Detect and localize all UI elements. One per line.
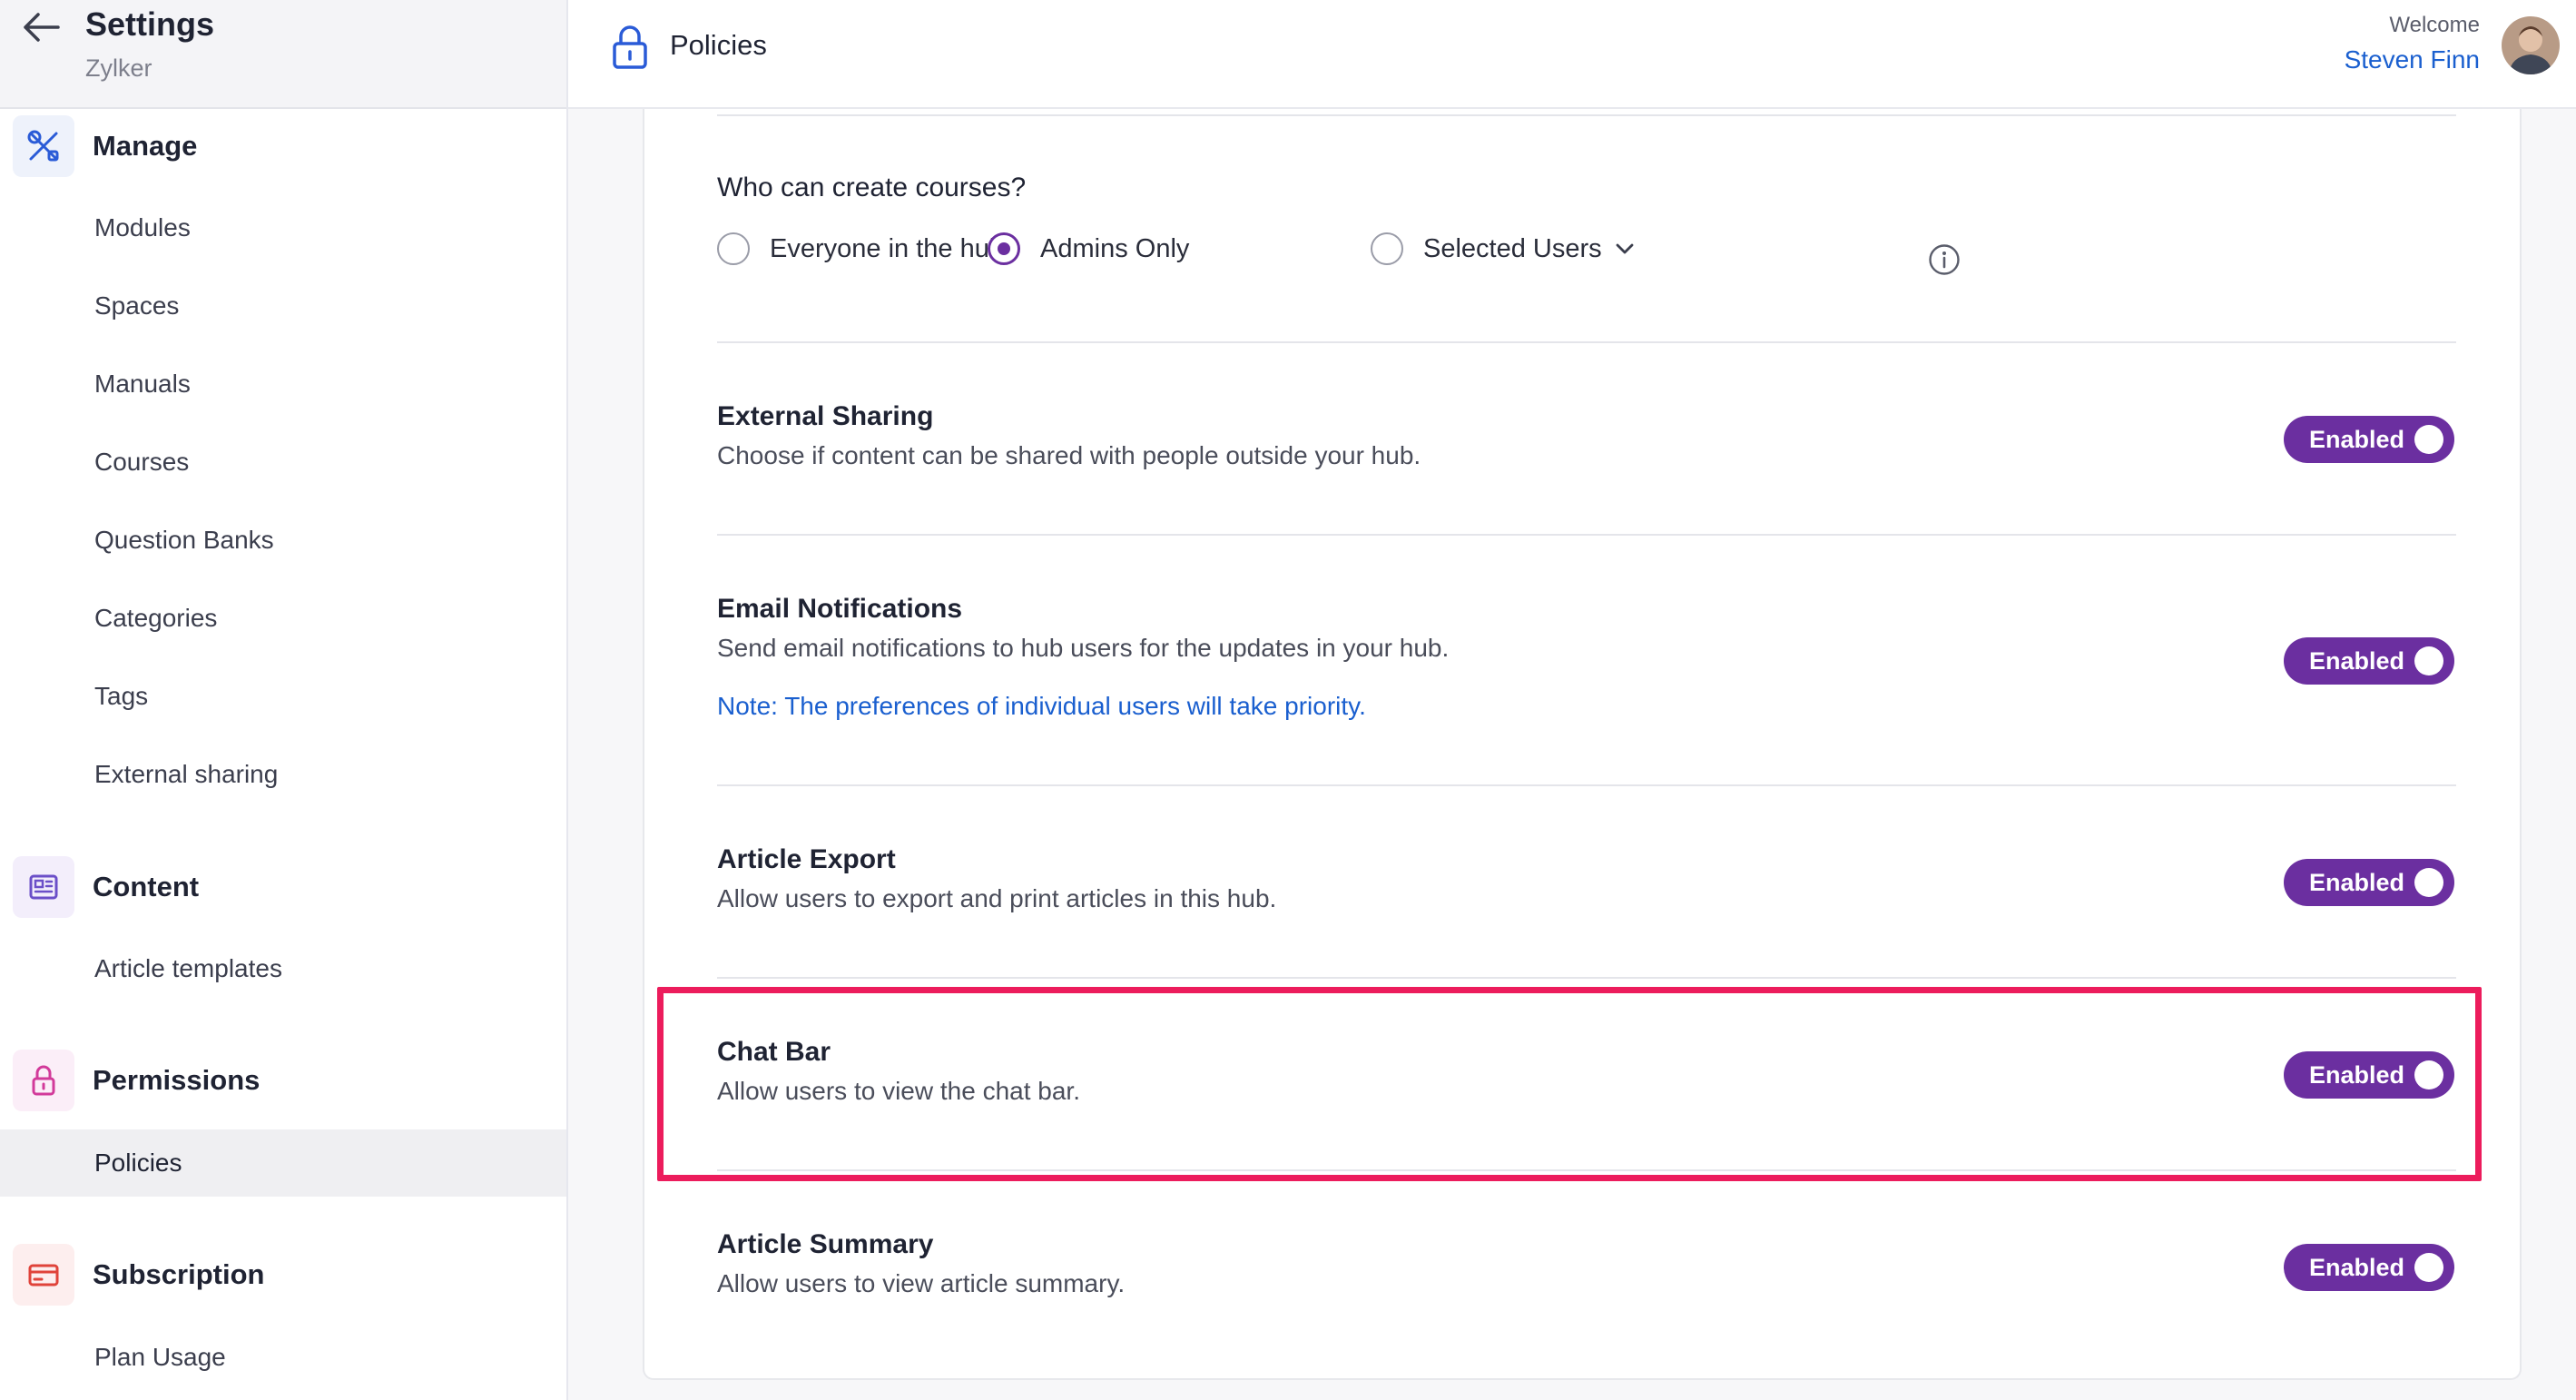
sidebar-item-modules[interactable]: Modules: [0, 194, 566, 261]
sidebar-item-external-sharing[interactable]: External sharing: [0, 741, 566, 808]
setting-desc-chat-bar: Allow users to view the chat bar.: [717, 1077, 1080, 1105]
lock-icon: [13, 1050, 74, 1111]
radio-label-admins-only: Admins Only: [1040, 233, 1190, 263]
radio-admins-only[interactable]: Admins Only: [988, 232, 1189, 265]
radio-everyone[interactable]: Everyone in the hub: [717, 232, 1004, 265]
setting-desc-external-sharing: Choose if content can be shared with peo…: [717, 441, 1421, 469]
toggle-status: Enabled: [2309, 1253, 2405, 1281]
toggle-knob: [2414, 1253, 2443, 1282]
toggle-knob: [2414, 425, 2443, 454]
setting-title-chat-bar: Chat Bar: [717, 1037, 831, 1067]
section-subscription: Subscription: [13, 1243, 264, 1306]
divider: [717, 114, 2456, 116]
divider: [717, 784, 2456, 786]
toggle-email-notifications[interactable]: Enabled: [2284, 637, 2454, 685]
toggle-chat-bar[interactable]: Enabled: [2284, 1051, 2454, 1099]
section-manage: Manage: [13, 114, 197, 178]
sidebar-item-article-templates[interactable]: Article templates: [0, 935, 566, 1002]
toggle-external-sharing[interactable]: Enabled: [2284, 416, 2454, 463]
welcome-text: Welcome: [2389, 13, 2480, 37]
sidebar-header: Settings Zylker: [0, 0, 566, 109]
radio-button[interactable]: [717, 232, 750, 265]
toggle-article-summary[interactable]: Enabled: [2284, 1244, 2454, 1291]
section-content: Content: [13, 855, 199, 919]
setting-desc-email-notifications: Send email notifications to hub users fo…: [717, 634, 1450, 662]
back-arrow-icon[interactable]: [20, 9, 62, 45]
sidebar-item-question-banks[interactable]: Question Banks: [0, 507, 566, 574]
section-label-permissions: Permissions: [93, 1064, 261, 1096]
setting-title-article-export: Article Export: [717, 844, 896, 874]
page-title: Policies: [670, 29, 767, 61]
section-label-manage: Manage: [93, 130, 198, 162]
avatar[interactable]: [2502, 16, 2560, 74]
radio-selected-users[interactable]: Selected Users: [1371, 232, 1635, 265]
setting-title-external-sharing: External Sharing: [717, 401, 934, 431]
radio-button[interactable]: [1371, 232, 1403, 265]
sidebar-item-policies[interactable]: Policies: [0, 1129, 566, 1197]
setting-title-email-notifications: Email Notifications: [717, 594, 963, 624]
toggle-status: Enabled: [2309, 1060, 2405, 1089]
toggle-knob: [2414, 868, 2443, 897]
top-bar: Policies Welcome Steven Finn: [568, 0, 2576, 109]
sidebar-item-plan-usage[interactable]: Plan Usage: [0, 1324, 566, 1391]
sidebar-item-tags[interactable]: Tags: [0, 663, 566, 730]
lock-icon: [613, 25, 647, 69]
settings-sidebar: Settings Zylker Manage Modules Spaces Ma…: [0, 0, 568, 1400]
setting-note-email-notifications: Note: The preferences of individual user…: [717, 692, 1366, 720]
radio-label-selected-users: Selected Users: [1423, 233, 1602, 263]
article-icon: [13, 856, 74, 918]
toggle-knob: [2414, 646, 2443, 675]
toggle-status: Enabled: [2309, 425, 2405, 453]
radio-button-selected[interactable]: [988, 232, 1020, 265]
setting-title-article-summary: Article Summary: [717, 1229, 934, 1259]
setting-desc-article-summary: Allow users to view article summary.: [717, 1269, 1126, 1297]
divider: [717, 534, 2456, 536]
divider: [717, 977, 2456, 979]
setting-desc-article-export: Allow users to export and print articles…: [717, 884, 1277, 912]
credit-card-icon: [13, 1244, 74, 1306]
tools-icon: [13, 115, 74, 177]
course-creation-question: Who can create courses?: [717, 173, 1027, 202]
sidebar-title: Settings: [85, 5, 215, 43]
toggle-knob: [2414, 1060, 2443, 1089]
section-permissions: Permissions: [13, 1049, 260, 1112]
sidebar-item-categories[interactable]: Categories: [0, 585, 566, 652]
info-icon[interactable]: [1928, 243, 1961, 276]
toggle-article-export[interactable]: Enabled: [2284, 859, 2454, 906]
radio-label-everyone: Everyone in the hub: [770, 233, 1004, 263]
policies-card: Who can create courses? Everyone in the …: [643, 109, 2522, 1380]
section-label-subscription: Subscription: [93, 1258, 265, 1290]
toggle-status: Enabled: [2309, 646, 2405, 675]
sidebar-item-spaces[interactable]: Spaces: [0, 272, 566, 340]
divider: [717, 1169, 2456, 1171]
toggle-status: Enabled: [2309, 868, 2405, 896]
sidebar-item-manuals[interactable]: Manuals: [0, 350, 566, 418]
divider: [717, 341, 2456, 343]
main-content: Who can create courses? Everyone in the …: [568, 109, 2576, 1400]
chevron-down-icon[interactable]: [1615, 242, 1635, 256]
org-name: Zylker: [85, 54, 152, 82]
user-name-link[interactable]: Steven Finn: [2345, 45, 2480, 74]
sidebar-item-courses[interactable]: Courses: [0, 429, 566, 496]
section-label-content: Content: [93, 871, 200, 902]
